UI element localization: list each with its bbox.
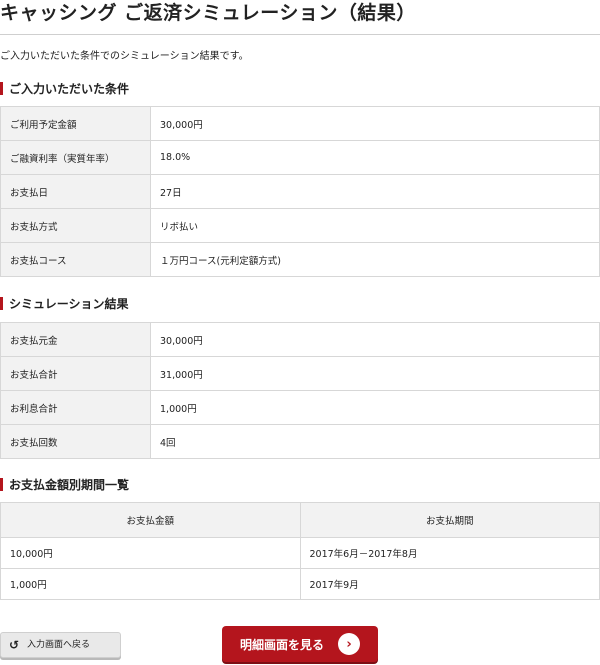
table-row: ご融資利率（実質年率） 18.0% [0,140,600,175]
detail-button-label: 明細画面を見る [239,637,324,652]
conditions-heading: ご入力いただいた条件 [0,81,129,97]
results-heading: シミュレーション結果 [0,296,129,312]
schedule-heading: お支払金額別期間一覧 [0,477,129,493]
table-row: お支払回数 4回 [0,424,600,459]
table-row: ご利用予定金額 30,000円 [0,106,600,141]
row-label: お支払回数 [0,424,151,459]
row-label: お支払合計 [0,356,151,391]
view-details-button[interactable]: 明細画面を見る › [222,626,378,662]
row-label: お支払元金 [0,322,151,357]
row-value: 31,000円 [150,356,600,391]
row-value: 30,000円 [150,322,600,357]
table-row: 10,000円 2017年6月－2017年8月 [0,537,600,569]
row-value: 1,000円 [150,390,600,425]
period-cell: 2017年6月－2017年8月 [299,537,600,569]
row-value: 18.0% [150,140,600,175]
row-label: お支払日 [0,174,151,209]
row-label: お利息合計 [0,390,151,425]
table-row: お支払合計 31,000円 [0,356,600,391]
row-label: ご利用予定金額 [0,106,151,141]
table-row: お支払日 27日 [0,174,600,209]
row-value: 30,000円 [150,106,600,141]
table-row: 1,000円 2017年9月 [0,568,600,600]
schedule-table: お支払金額 お支払期間 10,000円 2017年6月－2017年8月 1,00… [0,502,600,600]
conditions-table: ご利用予定金額 30,000円 ご融資利率（実質年率） 18.0% お支払日 2… [0,106,600,277]
table-row: お支払コース １万円コース(元利定額方式) [0,242,600,277]
back-button-label: 入力画面へ戻る [27,640,91,650]
row-value: 27日 [150,174,600,209]
table-row: お支払元金 30,000円 [0,322,600,357]
table-row: お利息合計 1,000円 [0,390,600,425]
amount-cell: 10,000円 [0,537,301,569]
table-row: お支払方式 リボ払い [0,208,600,243]
row-value: 4回 [150,424,600,459]
intro-text: ご入力いただいた条件でのシミュレーション結果です。 [0,51,249,62]
return-arrow-icon: ↺ [8,638,20,652]
row-value: リボ払い [150,208,600,243]
back-to-input-button[interactable]: ↺ 入力画面へ戻る [0,632,121,658]
table-header-row: お支払金額 お支払期間 [0,502,600,538]
row-value: １万円コース(元利定額方式) [150,242,600,277]
chevron-right-circle-icon: › [338,633,360,655]
row-label: お支払方式 [0,208,151,243]
results-table: お支払元金 30,000円 お支払合計 31,000円 お利息合計 1,000円… [0,322,600,459]
period-cell: 2017年9月 [299,568,600,600]
row-label: ご融資利率（実質年率） [0,140,151,175]
amount-cell: 1,000円 [0,568,301,600]
page-title: キャッシング ご返済シミュレーション（結果） [0,0,600,35]
row-label: お支払コース [0,242,151,277]
column-header-period: お支払期間 [299,502,600,538]
column-header-amount: お支払金額 [0,502,301,538]
